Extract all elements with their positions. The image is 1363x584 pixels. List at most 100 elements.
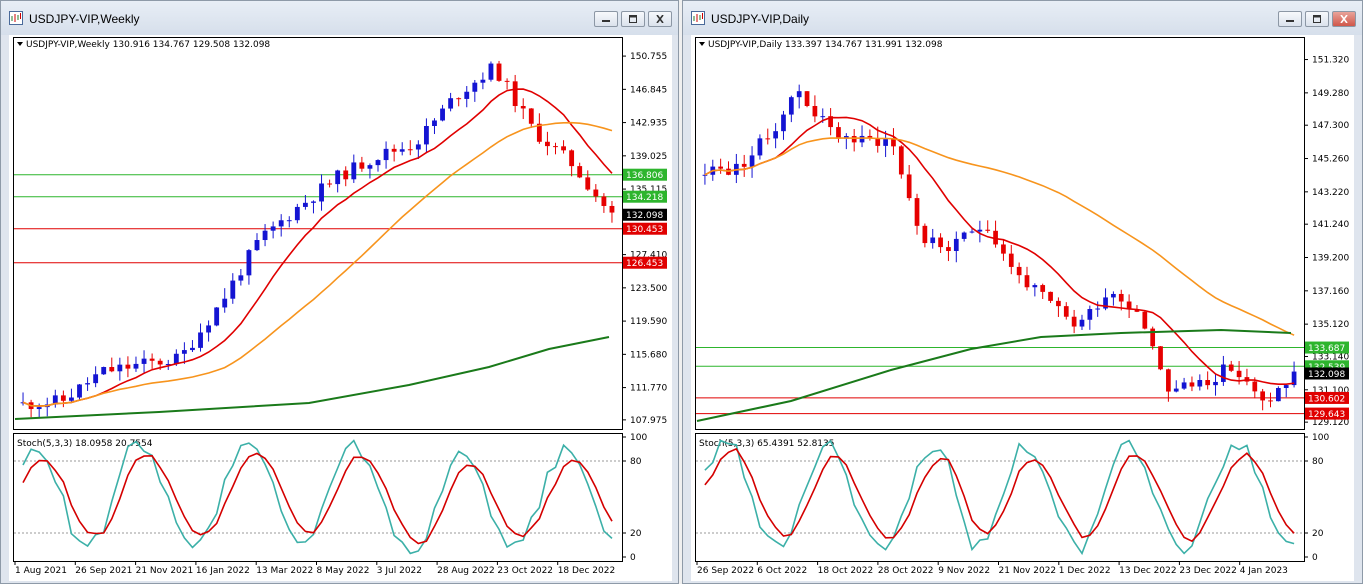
- candle-body: [375, 160, 381, 166]
- candle: [149, 353, 155, 369]
- candle: [1205, 371, 1211, 390]
- candle-body: [1181, 382, 1187, 389]
- candle: [891, 128, 896, 155]
- candle-body: [504, 80, 510, 82]
- candle: [343, 166, 349, 187]
- indicator-menu-icon[interactable]: [17, 42, 23, 46]
- candle: [1197, 374, 1203, 391]
- chart-canvas[interactable]: USDJPY-VIP,Daily 133.397 134.767 131.991…: [691, 35, 1354, 581]
- price-tick-label: 142.935: [630, 119, 667, 129]
- indicator-menu-icon[interactable]: [699, 42, 705, 46]
- close-button[interactable]: [1332, 11, 1356, 27]
- candle-body: [367, 165, 373, 169]
- candle: [1166, 368, 1171, 402]
- candle: [1032, 283, 1038, 297]
- minimize-button[interactable]: [594, 11, 618, 27]
- candle-body: [1071, 316, 1077, 327]
- weekly-chart-window[interactable]: USDJPY-VIP,Weekly USDJPY-VIP,Weekly 130.…: [0, 0, 679, 584]
- candle-body: [157, 360, 163, 365]
- daily-chart-window[interactable]: USDJPY-VIP,Daily USDJPY-VIP,Daily 133.39…: [682, 0, 1363, 584]
- title-bar[interactable]: USDJPY-VIP,Weekly: [1, 1, 678, 35]
- date-tick-label: 18 Dec 2022: [558, 566, 616, 576]
- price-tick-label: 143.220: [1312, 188, 1349, 198]
- candle-body: [496, 63, 502, 81]
- chart-area[interactable]: USDJPY-VIP,Weekly 130.916 134.767 129.50…: [9, 35, 672, 581]
- candle: [1244, 368, 1250, 386]
- candle-body: [415, 144, 421, 150]
- candle: [85, 377, 90, 391]
- price-tick-label: 151.320: [1312, 56, 1349, 66]
- chart-canvas[interactable]: USDJPY-VIP,Weekly 130.916 134.767 129.50…: [9, 35, 672, 581]
- moving-average-slow-line: [696, 328, 1292, 422]
- window-title: USDJPY-VIP,Daily: [711, 12, 810, 26]
- close-icon: [656, 15, 664, 23]
- candle-body: [1213, 381, 1218, 386]
- stochastic-tick-label: 0: [1312, 553, 1318, 563]
- candle-body: [407, 149, 413, 151]
- candle-body: [796, 91, 802, 98]
- candle-body: [569, 150, 575, 167]
- candle-body: [1111, 293, 1116, 298]
- candle: [222, 288, 228, 313]
- candle: [464, 86, 470, 108]
- candle: [262, 224, 268, 247]
- stochastic-tick-label: 80: [1312, 457, 1324, 467]
- candle: [117, 357, 123, 381]
- candle-body: [875, 138, 881, 146]
- candle: [851, 128, 857, 152]
- close-button[interactable]: [648, 11, 672, 27]
- candle: [69, 388, 74, 403]
- title-bar[interactable]: USDJPY-VIP,Daily: [683, 1, 1362, 35]
- date-tick-label: 4 Jan 2023: [1240, 566, 1288, 576]
- minimize-button[interactable]: [1278, 11, 1302, 27]
- restore-button[interactable]: [1305, 11, 1329, 27]
- stochastic-frame: [13, 433, 623, 562]
- candle-body: [914, 198, 920, 226]
- candle: [1276, 386, 1281, 402]
- candle-body: [173, 353, 179, 365]
- date-tick-label: 9 Nov 2022: [938, 566, 990, 576]
- candle: [246, 249, 252, 285]
- candle: [472, 79, 478, 102]
- candle-body: [1283, 385, 1289, 389]
- date-tick-label: 28 Aug 2022: [437, 566, 495, 576]
- candle-body: [206, 325, 212, 333]
- stochastic-tick-label: 100: [1312, 433, 1329, 443]
- candle: [1189, 376, 1195, 392]
- candle: [1048, 291, 1053, 304]
- stochastic-main-line: [704, 439, 1295, 556]
- candle-body: [1236, 370, 1242, 378]
- candle-body: [294, 206, 300, 221]
- candle: [496, 60, 502, 82]
- candle-body: [1056, 300, 1061, 307]
- candle: [238, 268, 244, 286]
- candle-body: [859, 135, 865, 143]
- candle: [1283, 384, 1289, 398]
- candle: [93, 366, 99, 388]
- candle-body: [464, 91, 470, 99]
- candle: [609, 201, 615, 223]
- candle: [828, 108, 833, 136]
- candle-body: [181, 350, 187, 354]
- candle: [448, 92, 454, 112]
- candle-body: [1001, 244, 1006, 254]
- candle-body: [488, 63, 494, 80]
- stochastic-signal-line: [22, 452, 613, 545]
- chart-header: USDJPY-VIP,Daily 133.397 134.767 131.991…: [708, 40, 943, 50]
- candle-body: [1048, 291, 1053, 301]
- candle-body: [69, 397, 74, 401]
- candle-body: [311, 201, 316, 203]
- candle-body: [246, 250, 252, 276]
- candle: [946, 240, 951, 262]
- date-tick-label: 1 Aug 2021: [15, 566, 67, 576]
- candle: [327, 179, 333, 188]
- restore-button[interactable]: [621, 11, 645, 27]
- chart-area[interactable]: USDJPY-VIP,Daily 133.397 134.767 131.991…: [691, 35, 1354, 581]
- candle-body: [561, 146, 566, 151]
- candle: [536, 113, 542, 144]
- candle: [109, 357, 115, 373]
- candle-body: [773, 131, 778, 139]
- date-tick-label: 16 Jan 2022: [196, 566, 250, 576]
- candle: [504, 78, 510, 90]
- price-tick-label: 115.680: [630, 350, 667, 360]
